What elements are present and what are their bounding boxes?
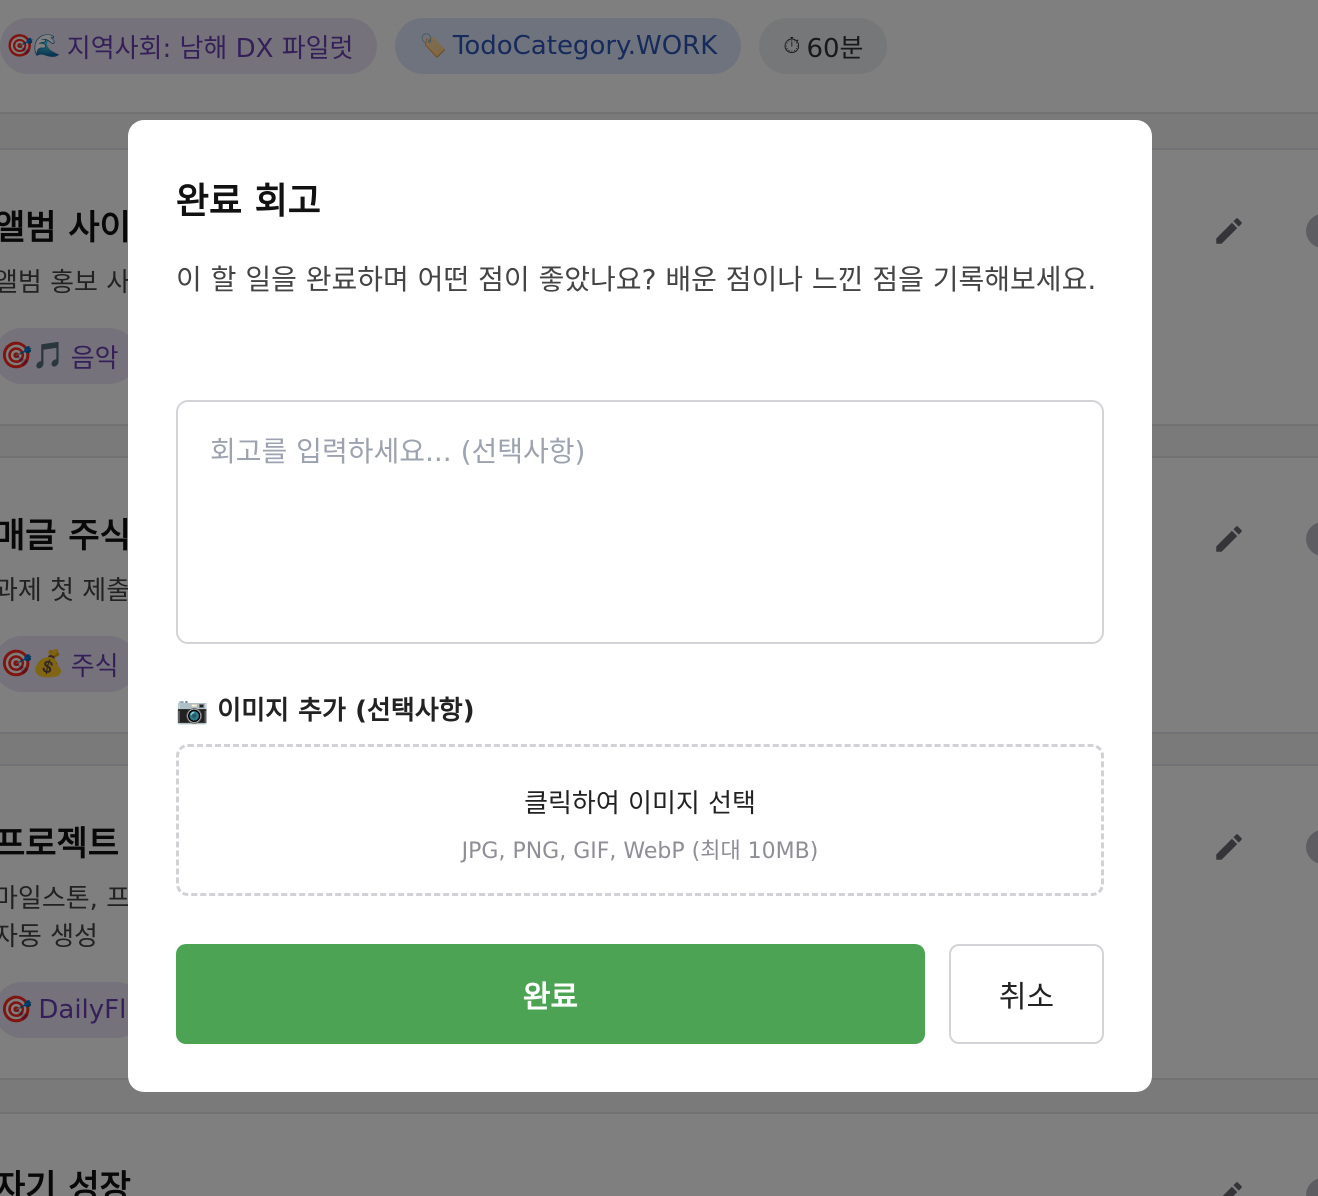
- image-upload-dropzone[interactable]: 클릭하여 이미지 선택 JPG, PNG, GIF, WebP (최대 10MB…: [176, 744, 1104, 896]
- complete-button[interactable]: 완료: [176, 944, 925, 1044]
- cancel-button[interactable]: 취소: [949, 944, 1104, 1044]
- retrospective-input[interactable]: [176, 400, 1104, 644]
- image-upload-label: 📷 이미지 추가 (선택사항): [176, 696, 475, 726]
- dialog-title: 완료 회고: [176, 181, 322, 222]
- todo-page: 🎯🌊 지역사회: 남해 DX 파일럿 🏷️ TodoCategory.WORK …: [0, 0, 1318, 1196]
- completion-retrospective-dialog: 완료 회고 이 할 일을 완료하며 어떤 점이 좋았나요? 배운 점이나 느낀 …: [128, 120, 1152, 1092]
- upload-instruction: 클릭하여 이미지 선택: [524, 789, 756, 819]
- upload-format-hint: JPG, PNG, GIF, WebP (최대 10MB): [461, 839, 819, 864]
- dialog-description: 이 할 일을 완료하며 어떤 점이 좋았나요? 배운 점이나 느낀 점을 기록해…: [176, 263, 1097, 296]
